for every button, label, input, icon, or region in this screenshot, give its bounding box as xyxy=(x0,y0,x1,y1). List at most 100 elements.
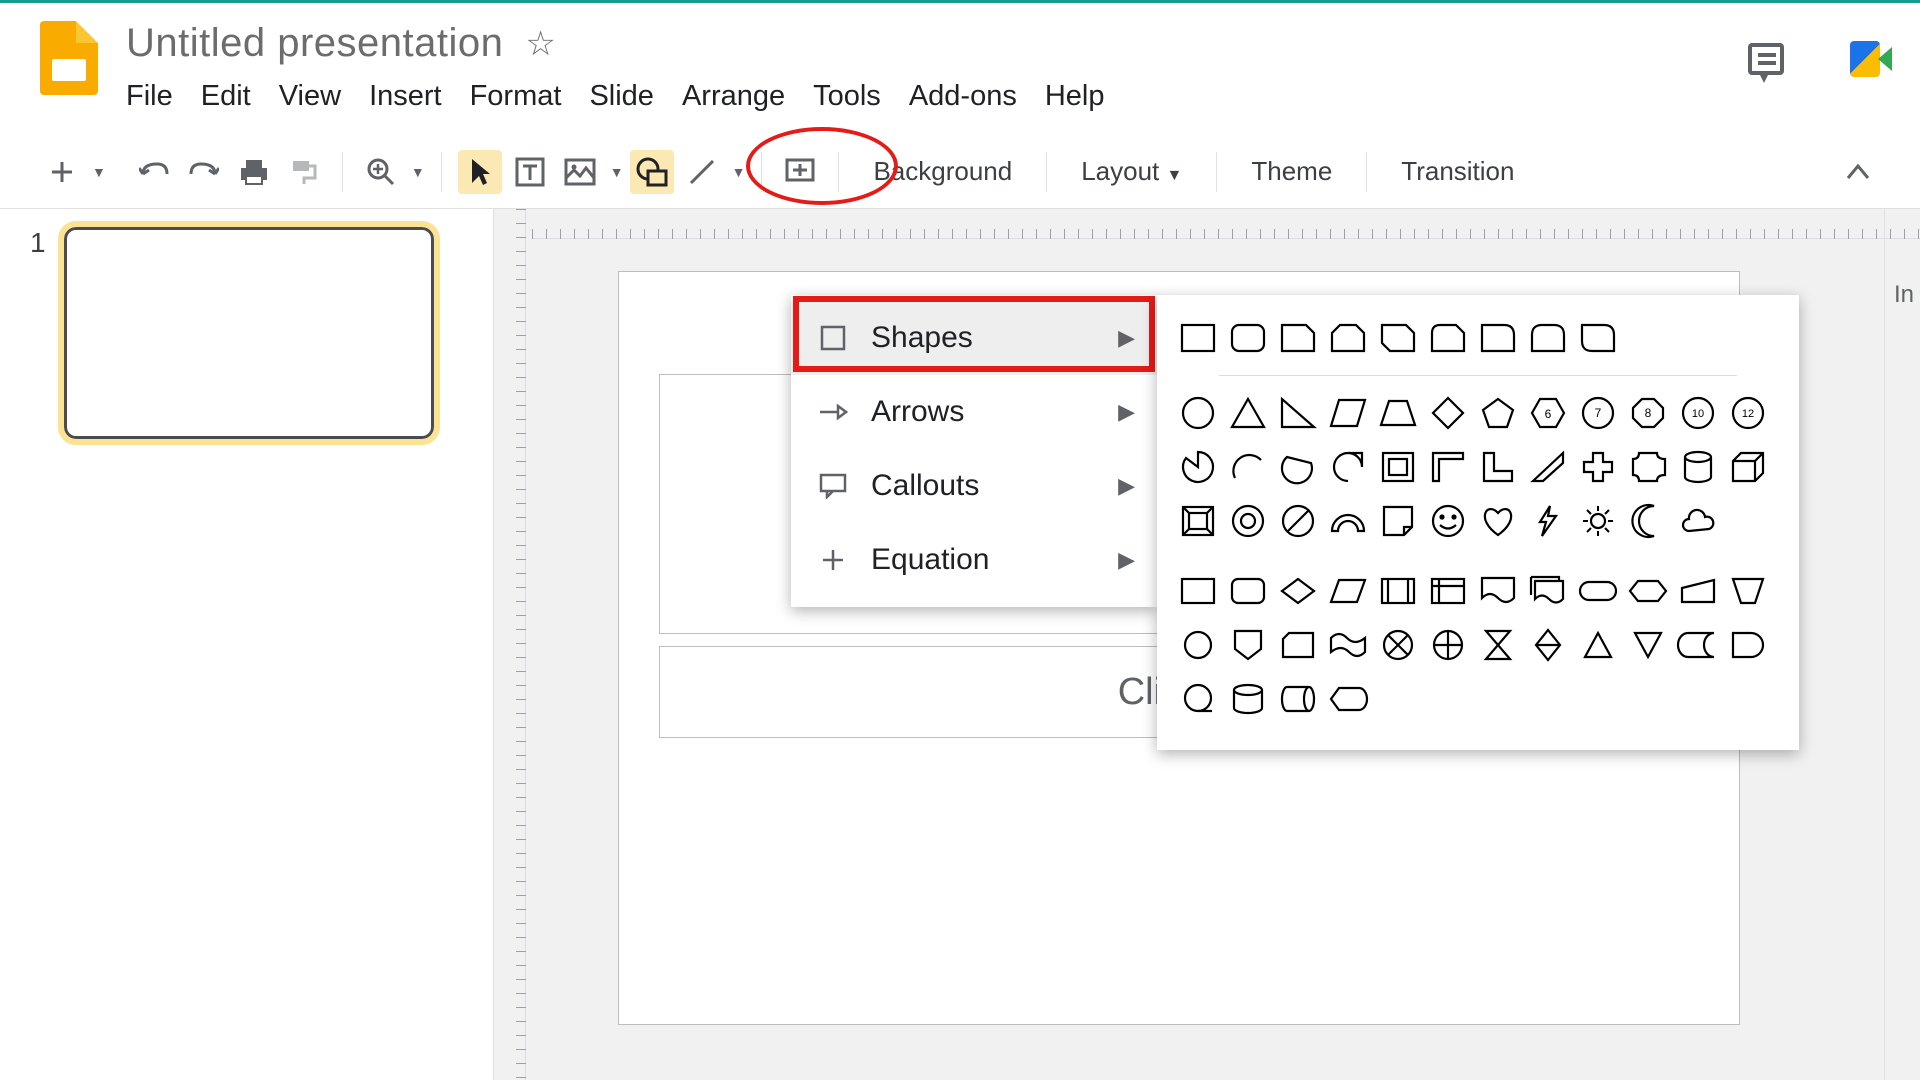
shape-flow-or[interactable] xyxy=(1425,622,1471,668)
shape-flow-document[interactable] xyxy=(1475,568,1521,614)
shape-triangle[interactable] xyxy=(1225,390,1271,436)
shape-flow-multidoc[interactable] xyxy=(1525,568,1571,614)
shape-flow-offpage[interactable] xyxy=(1225,622,1271,668)
shape-rounded-rect[interactable] xyxy=(1225,315,1271,361)
shape-cloud[interactable] xyxy=(1675,498,1721,544)
image-dropdown-icon[interactable]: ▼ xyxy=(610,164,624,180)
shape-snip-round[interactable] xyxy=(1425,315,1471,361)
shape-snip-diag[interactable] xyxy=(1375,315,1421,361)
shape-heptagon[interactable]: 7 xyxy=(1575,390,1621,436)
shape-flow-alt-process[interactable] xyxy=(1225,568,1271,614)
menu-item-shapes[interactable]: Shapes ▶ xyxy=(791,301,1157,375)
shape-no-symbol[interactable] xyxy=(1275,498,1321,544)
shape-flow-data[interactable] xyxy=(1325,568,1371,614)
shape-pentagon[interactable] xyxy=(1475,390,1521,436)
new-slide-button[interactable] xyxy=(40,150,84,194)
shape-flow-terminator[interactable] xyxy=(1575,568,1621,614)
shape-ellipse[interactable] xyxy=(1175,390,1221,436)
shape-round-single[interactable] xyxy=(1475,315,1521,361)
shape-arc[interactable] xyxy=(1225,444,1271,490)
shape-flow-sort[interactable] xyxy=(1525,622,1571,668)
shape-flow-stored-data[interactable] xyxy=(1675,622,1721,668)
theme-button[interactable]: Theme xyxy=(1233,156,1350,187)
shape-half-frame[interactable] xyxy=(1425,444,1471,490)
shape-bevel[interactable] xyxy=(1175,498,1221,544)
shape-can[interactable] xyxy=(1675,444,1721,490)
side-panel[interactable]: In xyxy=(1884,209,1920,1080)
shape-flow-card[interactable] xyxy=(1275,622,1321,668)
shape-flow-decision[interactable] xyxy=(1275,568,1321,614)
menu-item-callouts[interactable]: Callouts ▶ xyxy=(791,449,1157,523)
select-tool-button[interactable] xyxy=(458,150,502,194)
textbox-button[interactable] xyxy=(508,150,552,194)
shape-flow-preparation[interactable] xyxy=(1625,568,1671,614)
shape-teardrop[interactable] xyxy=(1325,444,1371,490)
comment-button[interactable] xyxy=(778,150,822,194)
shape-flow-display[interactable] xyxy=(1325,676,1371,722)
shape-rectangle[interactable] xyxy=(1175,315,1221,361)
shape-round-top[interactable] xyxy=(1525,315,1571,361)
meet-icon[interactable] xyxy=(1850,41,1892,77)
menu-addons[interactable]: Add-ons xyxy=(909,80,1017,113)
shape-flow-magnetic-disk[interactable] xyxy=(1225,676,1271,722)
slide-thumbnail[interactable] xyxy=(64,227,434,439)
shape-flow-extract[interactable] xyxy=(1575,622,1621,668)
menu-item-arrows[interactable]: Arrows ▶ xyxy=(791,375,1157,449)
menu-insert[interactable]: Insert xyxy=(369,80,442,113)
shape-moon[interactable] xyxy=(1625,498,1671,544)
shape-hexagon[interactable]: 6 xyxy=(1525,390,1571,436)
shape-block-arc[interactable] xyxy=(1325,498,1371,544)
zoom-dropdown-icon[interactable]: ▼ xyxy=(411,164,425,180)
print-button[interactable] xyxy=(232,150,276,194)
shape-l-shape[interactable] xyxy=(1475,444,1521,490)
new-slide-dropdown-icon[interactable]: ▼ xyxy=(92,164,106,180)
collapse-toolbar-button[interactable] xyxy=(1836,150,1880,194)
shape-flow-tape[interactable] xyxy=(1325,622,1371,668)
shape-flow-delay[interactable] xyxy=(1725,622,1771,668)
shape-tool-button[interactable] xyxy=(630,150,674,194)
shape-flow-predefined[interactable] xyxy=(1375,568,1421,614)
shape-pie[interactable] xyxy=(1175,444,1221,490)
shape-round-diag[interactable] xyxy=(1575,315,1621,361)
shape-flow-seq-access[interactable] xyxy=(1175,676,1221,722)
menu-slide[interactable]: Slide xyxy=(589,80,654,113)
paint-format-button[interactable] xyxy=(282,150,326,194)
shape-snip-top[interactable] xyxy=(1325,315,1371,361)
shape-cross[interactable] xyxy=(1575,444,1621,490)
transition-button[interactable]: Transition xyxy=(1383,156,1532,187)
menu-view[interactable]: View xyxy=(279,80,341,113)
shape-dodecagon[interactable]: 12 xyxy=(1725,390,1771,436)
shape-flow-manual-input[interactable] xyxy=(1675,568,1721,614)
redo-button[interactable] xyxy=(182,150,226,194)
line-dropdown-icon[interactable]: ▼ xyxy=(732,164,746,180)
shape-trapezoid[interactable] xyxy=(1375,390,1421,436)
zoom-button[interactable] xyxy=(359,150,403,194)
shape-chord[interactable] xyxy=(1275,444,1321,490)
shape-right-triangle[interactable] xyxy=(1275,390,1321,436)
shape-snip-single[interactable] xyxy=(1275,315,1321,361)
star-icon[interactable]: ☆ xyxy=(525,24,555,64)
shape-octagon[interactable]: 8 xyxy=(1625,390,1671,436)
menu-arrange[interactable]: Arrange xyxy=(682,80,785,113)
menu-format[interactable]: Format xyxy=(470,80,562,113)
shape-flow-process[interactable] xyxy=(1175,568,1221,614)
menu-help[interactable]: Help xyxy=(1045,80,1105,113)
line-tool-button[interactable] xyxy=(680,150,724,194)
document-title[interactable]: Untitled presentation xyxy=(126,21,503,66)
background-button[interactable]: Background xyxy=(855,156,1030,187)
shape-decagon[interactable]: 10 xyxy=(1675,390,1721,436)
shape-plaque[interactable] xyxy=(1625,444,1671,490)
shape-flow-direct-access[interactable] xyxy=(1275,676,1321,722)
shape-folded-corner[interactable] xyxy=(1375,498,1421,544)
menu-item-equation[interactable]: Equation ▶ xyxy=(791,523,1157,597)
shape-flow-connector[interactable] xyxy=(1175,622,1221,668)
shape-cube[interactable] xyxy=(1725,444,1771,490)
shape-sun[interactable] xyxy=(1575,498,1621,544)
menu-tools[interactable]: Tools xyxy=(813,80,881,113)
shape-donut[interactable] xyxy=(1225,498,1271,544)
shape-frame[interactable] xyxy=(1375,444,1421,490)
shape-smiley[interactable] xyxy=(1425,498,1471,544)
shape-flow-summing[interactable] xyxy=(1375,622,1421,668)
shape-flow-internal-storage[interactable] xyxy=(1425,568,1471,614)
shape-lightning[interactable] xyxy=(1525,498,1571,544)
